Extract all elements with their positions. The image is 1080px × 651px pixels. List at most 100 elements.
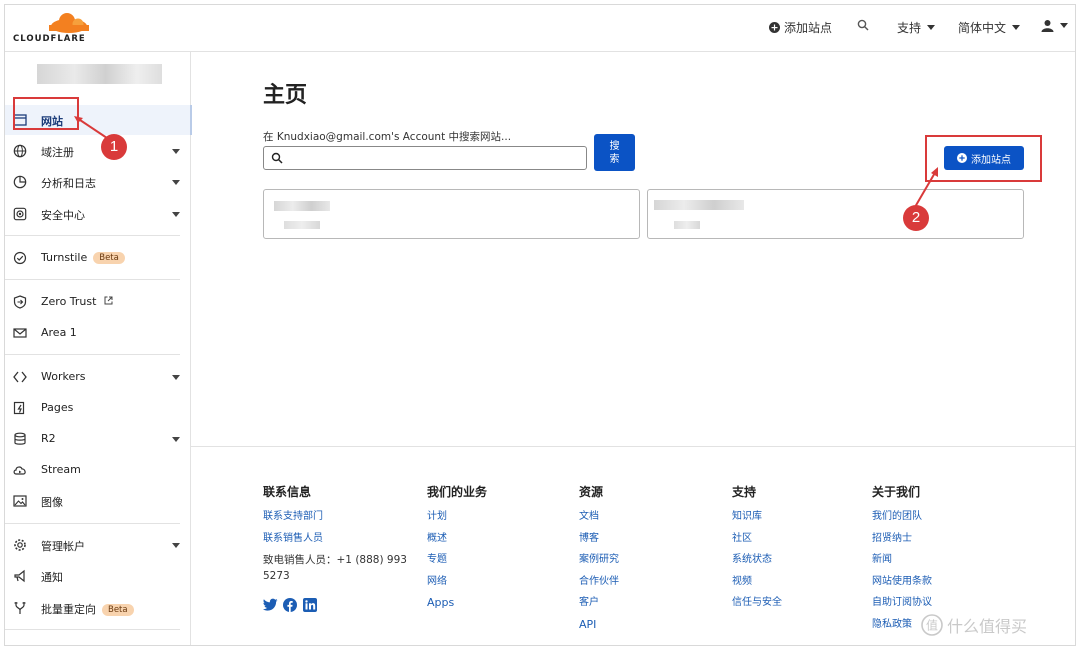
- footer-link[interactable]: 社区: [732, 528, 782, 550]
- top-search-button[interactable]: [857, 19, 869, 31]
- chevron-down-icon: [927, 25, 936, 30]
- footer-link[interactable]: API: [579, 614, 619, 636]
- sidebar-item-label: 通知: [41, 571, 63, 584]
- annotation-badge-2: 2: [903, 205, 929, 231]
- footer-heading: 资源: [579, 485, 604, 499]
- twitter-icon[interactable]: [263, 597, 278, 611]
- site-status-redacted: [674, 221, 700, 229]
- watermark-logo-icon: 值: [921, 614, 943, 636]
- chevron-down-icon: [1012, 25, 1021, 30]
- sidebar-item-security-center[interactable]: 安全中心: [5, 199, 190, 229]
- stream-cloud-icon: [13, 466, 26, 475]
- footer-link[interactable]: 客户: [579, 592, 619, 614]
- footer-link[interactable]: 联系销售人员: [263, 528, 408, 550]
- footer-link[interactable]: 网站使用条款: [872, 571, 932, 593]
- support-menu[interactable]: 支持: [897, 19, 936, 36]
- footer-heading: 支持: [732, 485, 757, 499]
- chevron-down-icon: [172, 212, 180, 217]
- footer-link[interactable]: 网络: [427, 571, 487, 593]
- footer-link[interactable]: 我们的团队: [872, 506, 932, 528]
- footer-link[interactable]: 知识库: [732, 506, 782, 528]
- top-add-site-label: 添加站点: [784, 21, 833, 35]
- sidebar-item-bulk-redirects[interactable]: 批量重定向 Beta: [5, 593, 190, 623]
- footer-link[interactable]: 合作伙伴: [579, 571, 619, 593]
- language-menu-label: 简体中文: [958, 21, 1007, 35]
- watermark: 值 什么值得买: [921, 613, 1027, 637]
- sidebar-item-label: Stream: [41, 463, 81, 476]
- sidebar-item-pages[interactable]: Pages: [5, 393, 190, 423]
- footer-link[interactable]: Apps: [427, 592, 487, 614]
- app-frame: CLOUDFLARE 添加站点 支持 简体中文 网站 域注册 分析和日志 安全中…: [4, 4, 1076, 646]
- sidebar-item-analytics-logs[interactable]: 分析和日志: [5, 167, 190, 197]
- cloudflare-logo[interactable]: CLOUDFLARE: [9, 11, 95, 45]
- user-menu[interactable]: [1041, 19, 1068, 32]
- sidebar-divider: [5, 629, 180, 630]
- svg-text:值: 值: [926, 618, 938, 633]
- footer-heading: 我们的业务: [427, 485, 488, 499]
- top-bar: CLOUDFLARE 添加站点 支持 简体中文: [5, 5, 1075, 52]
- page-title: 主页: [263, 83, 308, 108]
- footer-business-column: 我们的业务 计划 概述 专题 网络 Apps: [427, 483, 487, 614]
- sidebar-item-notifications[interactable]: 通知: [5, 561, 190, 591]
- sidebar-item-stream[interactable]: Stream: [5, 455, 190, 485]
- footer-link[interactable]: 自助订阅协议: [872, 592, 932, 614]
- beta-badge: Beta: [93, 252, 125, 264]
- sidebar-item-manage-account[interactable]: 管理帐户: [5, 530, 190, 560]
- top-add-site-button[interactable]: 添加站点: [769, 19, 832, 36]
- pie-chart-icon: [13, 175, 27, 189]
- language-menu[interactable]: 简体中文: [958, 19, 1021, 36]
- footer-contact-column: 联系信息 联系支持部门 联系销售人员 致电销售人员：+1 (888) 993 5…: [263, 483, 408, 584]
- footer-link[interactable]: 系统状态: [732, 549, 782, 571]
- security-target-icon: [13, 207, 27, 221]
- footer-link[interactable]: 招贤纳士: [872, 528, 932, 550]
- sidebar-item-label: Zero Trust: [41, 295, 97, 308]
- search-button[interactable]: 搜索: [594, 134, 635, 171]
- watermark-text: 什么值得买: [947, 617, 1028, 636]
- footer-heading: 联系信息: [263, 485, 312, 499]
- sidebar-divider: [5, 235, 180, 236]
- social-links: [263, 597, 317, 612]
- sidebar-item-label: Pages: [41, 401, 74, 414]
- cloud-logo-icon: [49, 13, 89, 33]
- sidebar-item-label-wrap: Zero Trust: [41, 295, 113, 308]
- sidebar-item-r2[interactable]: R2: [5, 424, 190, 454]
- chevron-down-icon: [172, 543, 180, 548]
- site-status-redacted: [284, 221, 320, 229]
- footer-link[interactable]: 信任与安全: [732, 592, 782, 614]
- footer-support-column: 支持 知识库 社区 系统状态 视频 信任与安全: [732, 483, 782, 614]
- footer-link[interactable]: 计划: [427, 506, 487, 528]
- footer-link[interactable]: 联系支持部门: [263, 506, 408, 528]
- site-card[interactable]: [647, 189, 1024, 239]
- sidebar-item-zero-trust[interactable]: Zero Trust: [5, 287, 190, 317]
- sidebar-item-area-1[interactable]: Area 1: [5, 318, 190, 348]
- workers-icon: [13, 371, 27, 383]
- footer-link[interactable]: 专题: [427, 549, 487, 571]
- facebook-icon[interactable]: [283, 597, 297, 612]
- linkedin-icon[interactable]: [303, 597, 317, 612]
- footer-link[interactable]: 视频: [732, 571, 782, 593]
- account-name-redacted[interactable]: [37, 64, 162, 84]
- footer-link[interactable]: 文档: [579, 506, 619, 528]
- footer-link[interactable]: 概述: [427, 528, 487, 550]
- sidebar-item-images[interactable]: 图像: [5, 486, 190, 516]
- site-card[interactable]: [263, 189, 640, 239]
- sidebar-item-workers[interactable]: Workers: [5, 362, 190, 392]
- sidebar-item-label: Turnstile: [41, 251, 88, 264]
- sidebar-item-label-wrap: 批量重定向 Beta: [41, 601, 134, 617]
- site-name-redacted: [274, 201, 330, 211]
- sidebar-divider: [5, 523, 180, 524]
- annotation-highlight-websites: [13, 97, 79, 130]
- chevron-down-icon: [172, 149, 180, 154]
- sidebar-divider: [5, 279, 180, 280]
- footer-link[interactable]: 新闻: [872, 549, 932, 571]
- search-label: 在 Knudxiao@gmail.com's Account 中搜索网站...: [263, 131, 512, 143]
- footer-link[interactable]: 案例研究: [579, 549, 619, 571]
- globe-icon: [13, 144, 27, 158]
- chevron-down-icon: [172, 180, 180, 185]
- envelope-shield-icon: [13, 328, 27, 338]
- sidebar-item-turnstile[interactable]: Turnstile Beta: [5, 243, 190, 273]
- site-search-input[interactable]: [263, 146, 587, 170]
- sidebar-divider: [5, 354, 180, 355]
- sidebar-item-label: 管理帐户: [41, 540, 85, 553]
- footer-link[interactable]: 博客: [579, 528, 619, 550]
